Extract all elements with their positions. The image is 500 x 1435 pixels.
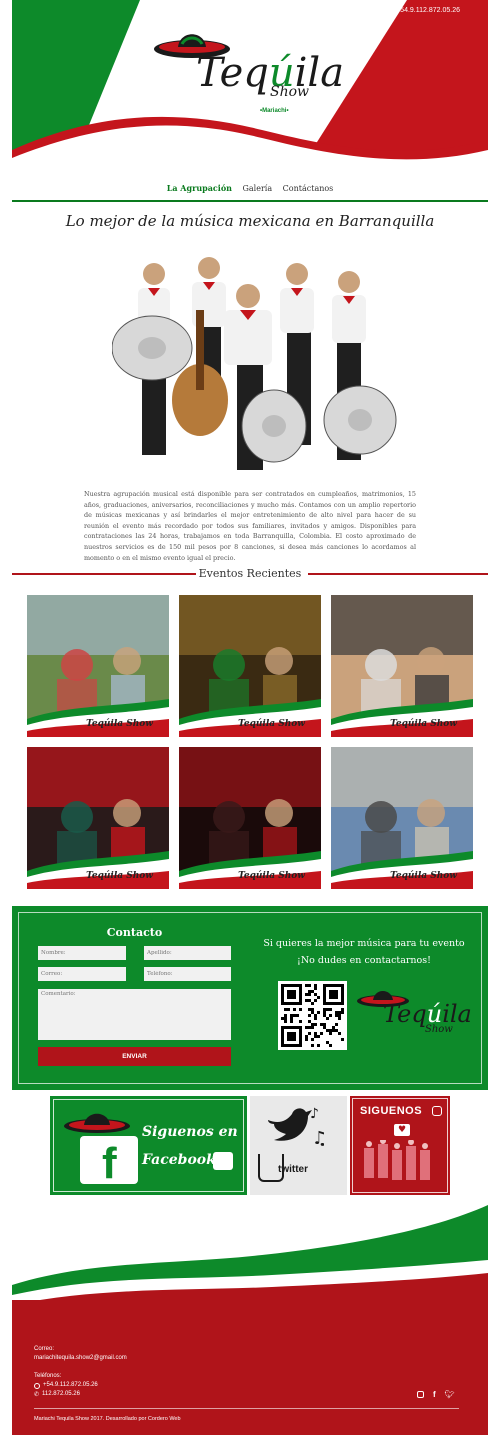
facebook-banner[interactable]: f Siguenos en Facebook: [50, 1096, 247, 1195]
contact-pitch: Si quieres la mejor música para tu event…: [263, 938, 465, 966]
page-tagline: Lo mejor de la música mexicana en Barran…: [65, 212, 435, 230]
sombrero-icon: [64, 1113, 130, 1133]
intro-paragraph: Nuestra agrupación musical está disponib…: [84, 490, 416, 562]
email-field[interactable]: [38, 967, 126, 981]
event-photo[interactable]: Teqúila Show: [331, 747, 473, 889]
contact-logo: Teqúila Show: [355, 982, 472, 1050]
twitter-bird-icon: ♪ ♫: [268, 1106, 324, 1149]
svg-text:♫: ♫: [312, 1128, 324, 1149]
footer-divider: [34, 1408, 459, 1409]
footer-social-icons: f 🐦︎: [417, 1391, 455, 1399]
flag-wave: [179, 851, 321, 889]
nav-item-galeria[interactable]: Galería: [243, 184, 273, 193]
name-field[interactable]: [38, 946, 126, 960]
band-mini-photo: [364, 1140, 430, 1180]
footer-phone-2[interactable]: ✆ 112.872.05.26: [34, 1391, 80, 1398]
flag-wave: [27, 699, 169, 737]
phone-icon: ✆: [34, 1392, 40, 1398]
photo-watermark: Teqúila Show: [390, 871, 457, 881]
flag-wave: [331, 699, 473, 737]
flag-wave: [27, 851, 169, 889]
event-photo[interactable]: Teqúila Show: [27, 747, 169, 889]
send-button[interactable]: ENVIAR: [38, 1047, 231, 1066]
phone-field[interactable]: [144, 967, 231, 981]
photo-watermark: Teqúila Show: [86, 719, 153, 729]
footer-wave: [12, 1205, 488, 1305]
facebook-icon[interactable]: f: [433, 1391, 436, 1399]
nav-item-contactanos[interactable]: Contáctanos: [283, 184, 334, 193]
flag-wave: [179, 699, 321, 737]
contact-title: Contacto: [106, 926, 163, 939]
footer-email[interactable]: mariachitequila.show2@gmail.com: [34, 1355, 127, 1361]
band-photo: [111, 250, 402, 478]
site-logo[interactable]: Teqúila Show •Mariachi•: [152, 22, 352, 122]
instagram-banner[interactable]: SIGUENOS ♥: [350, 1096, 450, 1195]
photo-watermark: Teqúila Show: [238, 871, 305, 881]
surname-field[interactable]: [144, 946, 231, 960]
svg-text:♪: ♪: [310, 1106, 319, 1122]
twitter-icon[interactable]: 🐦︎: [445, 1391, 455, 1399]
header-banner: +54.9.112.872.05.26 Teqúila Show •Mariac…: [12, 0, 488, 172]
qr-code-icon: [278, 981, 347, 1050]
photo-watermark: Teqúila Show: [390, 719, 457, 729]
event-photo[interactable]: Teqúila Show: [27, 595, 169, 737]
comment-field[interactable]: [38, 989, 231, 1040]
main-nav: La Agrupación Galería Contáctanos: [0, 183, 500, 193]
photo-watermark: Teqúila Show: [238, 719, 305, 729]
twitter-banner[interactable]: ♪ ♫ twitter: [250, 1096, 347, 1195]
site-footer: Correo: mariachitequila.show2@gmail.com …: [12, 1300, 488, 1435]
instagram-icon: [432, 1106, 442, 1116]
instagram-icon[interactable]: [417, 1391, 424, 1398]
flag-wave: [331, 851, 473, 889]
whatsapp-icon: [384, 6, 393, 14]
header-phone[interactable]: +54.9.112.872.05.26: [384, 6, 460, 14]
footer-phone-1[interactable]: +54.9.112.872.05.26: [34, 1382, 98, 1389]
facebook-icon: f: [80, 1136, 138, 1186]
event-photo[interactable]: Teqúila Show: [331, 595, 473, 737]
thumbs-up-icon: [213, 1152, 233, 1170]
whatsapp-icon: [34, 1383, 40, 1389]
nav-item-agrupacion[interactable]: La Agrupación: [167, 183, 232, 193]
photo-watermark: Teqúila Show: [86, 871, 153, 881]
event-photo[interactable]: Teqúila Show: [179, 595, 321, 737]
nav-divider: [12, 200, 488, 202]
footer-copyright: Mariachi Tequila Show 2017. Desarrollado…: [34, 1416, 181, 1422]
events-title: Eventos Recientes: [198, 567, 302, 580]
event-photo[interactable]: Teqúila Show: [179, 747, 321, 889]
heart-bubble-icon: ♥: [394, 1124, 410, 1136]
